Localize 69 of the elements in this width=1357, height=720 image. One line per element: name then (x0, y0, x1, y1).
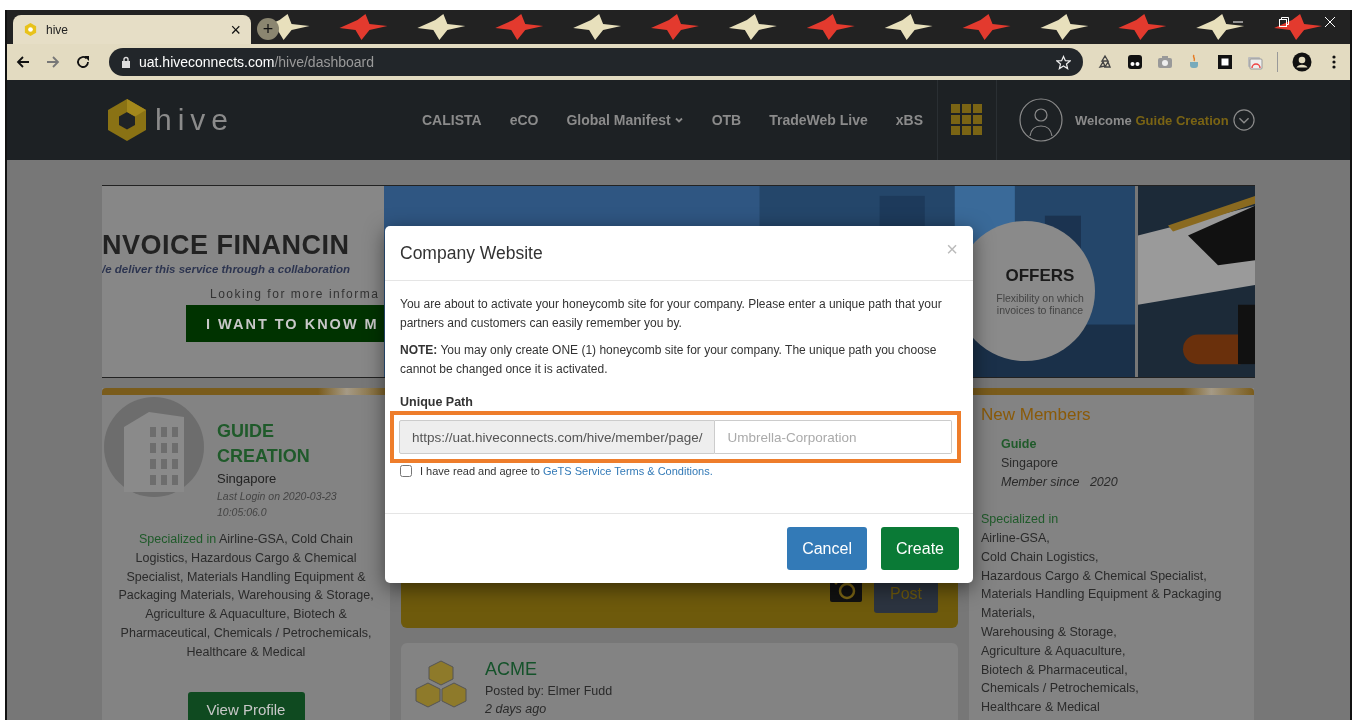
tab-title: hive (46, 22, 69, 37)
logo-text[interactable]: hive (155, 103, 235, 137)
address-bar[interactable]: uat.hiveconnects.com/hive/dashboard (109, 48, 1083, 76)
profile-icon[interactable] (1292, 52, 1312, 72)
intro-text: You are about to activate your honeycomb site for your company. Please enter a unique path that your partners and customers can easily remember you by. (400, 296, 943, 332)
hexagon-icon (23, 22, 38, 37)
reload-icon[interactable] (75, 54, 91, 70)
member-location: Singapore (1001, 455, 1059, 472)
company-location: Singapore (217, 471, 278, 486)
close-tab-button[interactable]: × (230, 20, 241, 39)
specialty-text: Hazardous Cargo & Chemical Specialist, (981, 567, 1208, 585)
square-icon[interactable] (1217, 54, 1233, 70)
specialty-text: Materials, (981, 605, 1037, 623)
note-text: NOTE: You may only create ONE (1) honeycomb site for your company. The unique path you choose cannot be changed once it is activated. (400, 342, 938, 378)
specialty-text: Airline-GSA, (981, 530, 1051, 547)
url-text: uat.hiveconnects.com/hive/dashboard (139, 54, 376, 70)
cancel-button[interactable]: Cancel (787, 527, 867, 570)
agree-checkbox[interactable] (400, 465, 412, 477)
banner-headline: NVOICE FINANCIN (102, 230, 351, 261)
banner-prompt: Looking for more informa (210, 287, 381, 301)
offers-text: Flexibility on which invoices to finance (995, 292, 1085, 316)
grid-icon[interactable] (951, 104, 983, 136)
cards-icon[interactable] (1247, 54, 1263, 70)
last-login-text: Last Login on 2020-03-23 10:05:06.0 (217, 489, 338, 520)
chevron-down-icon[interactable] (1232, 109, 1255, 131)
specialty-text: Biotech & Pharmaceutical, (981, 661, 1129, 679)
recycle-icon[interactable] (1097, 54, 1113, 70)
specialties-text: Specialized in Airline-GSA, Cold Chain Logistics, Hazardous Cargo & Chemical Specialist, Materials Handling Equipment & Packaging Materials, Warehousing & Storage, Agriculture & Aquaculture, Biotech & Pharmaceutical, Chemicals / Petrochemicals, Healthcare & Medical (117, 531, 375, 661)
section-title: New Members (981, 405, 1092, 425)
specialty-text: Agriculture & Aquaculture, (981, 642, 1127, 660)
browser-tab[interactable]: hive × (13, 15, 251, 44)
hexagon-logo-icon[interactable] (107, 98, 147, 142)
nav-link[interactable]: OTB (711, 112, 742, 128)
nav-link[interactable]: xBS (895, 112, 923, 128)
star-icon[interactable] (1056, 54, 1071, 70)
member-since-text: Member since 2020 (1001, 474, 1119, 491)
forward-icon[interactable] (45, 54, 61, 70)
banner-tagline: /e deliver this service through a collaboration (102, 263, 351, 275)
caret-icon (673, 115, 684, 125)
close-icon[interactable] (1324, 16, 1336, 28)
specialty-text: Cold Chain Logistics, (981, 548, 1100, 566)
posted-by-text: Posted by: Elmer Fudd (485, 684, 613, 698)
post-author[interactable]: ACME (485, 659, 613, 680)
url-prefix: https://uat.hiveconnects.com/hive/member/page/ (399, 420, 716, 454)
specialty-text: Materials Handling Equipment & Packaging (981, 586, 1223, 604)
back-icon[interactable] (15, 54, 31, 70)
nav-link[interactable]: eCO (509, 112, 539, 128)
view-profile-button[interactable]: View Profile (187, 691, 305, 720)
specialty-text: Healthcare & Medical (981, 699, 1101, 717)
offers-title: OFFERS (1005, 266, 1075, 286)
lock-icon (121, 56, 131, 68)
restore-icon[interactable] (1278, 16, 1290, 28)
specialized-label: Specialized in (981, 511, 1060, 528)
specialty-text: Chemicals / Petrochemicals, (981, 680, 1140, 698)
avatar-icon[interactable] (1019, 98, 1063, 142)
field-label: Unique Path (400, 395, 474, 409)
specialty-text: Warehousing & Storage, (981, 624, 1118, 641)
nav-link[interactable]: Global Manifest (566, 112, 684, 128)
welcome-text: Welcome Guide Creation (1075, 112, 1229, 128)
terms-link[interactable]: GeTS Service Terms & Conditions. (542, 465, 713, 477)
nav-link[interactable]: CALISTA (422, 112, 482, 128)
dialog-title: Company Website (400, 242, 543, 264)
agree-text: I have read and agree to GeTS Service Terms & Conditions. (420, 465, 713, 477)
post-time: 2 days ago (485, 702, 548, 716)
nav-link[interactable]: TradeWeb Live (769, 112, 868, 128)
mask-icon[interactable] (1127, 54, 1143, 70)
path-input[interactable]: Umbrella-Corporation (715, 420, 952, 454)
create-button[interactable]: Create (880, 527, 959, 570)
know-more-button[interactable]: I WANT TO KNOW M (186, 305, 384, 342)
